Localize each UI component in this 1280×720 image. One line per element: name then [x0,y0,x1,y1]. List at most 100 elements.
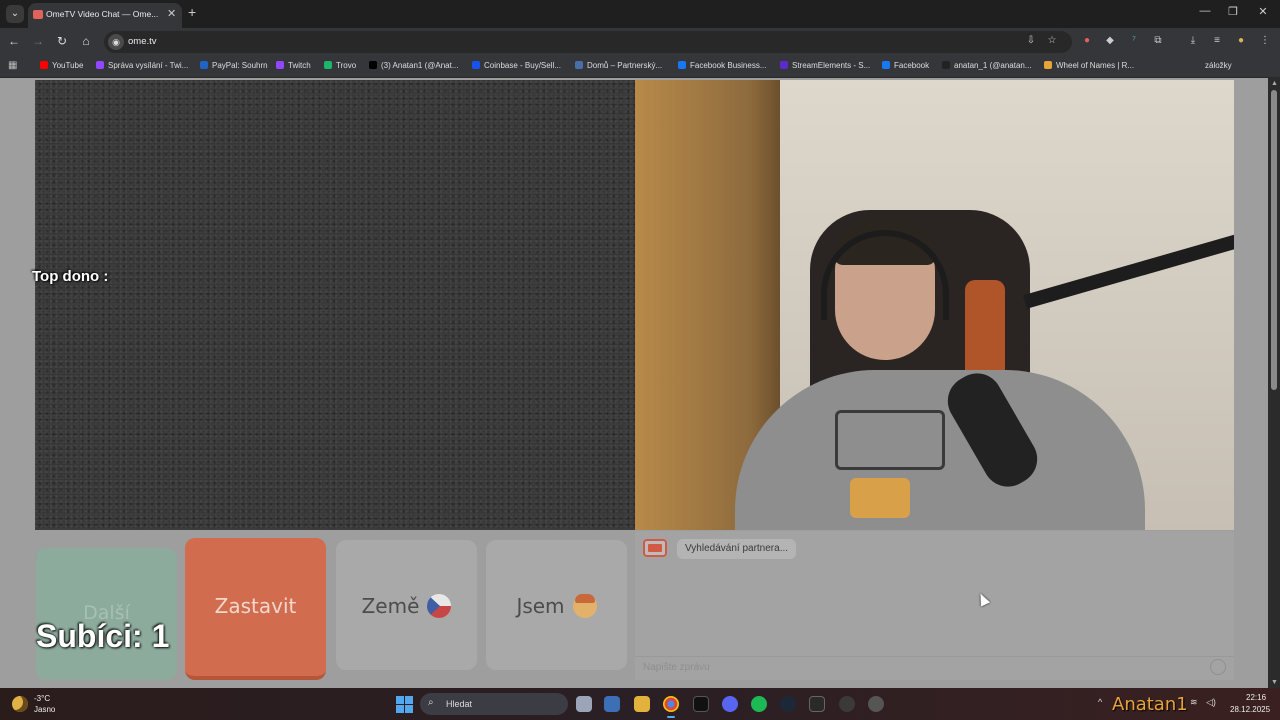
store-icon[interactable] [604,696,620,712]
task-view-icon[interactable] [576,696,592,712]
address-bar[interactable]: ◉ ome.tv [104,31,1072,53]
bookmark-item[interactable]: Správa vysílání - Twi... [96,61,188,75]
bookmark-item[interactable]: Twitch [276,61,311,75]
streamelements-icon [780,61,788,69]
country-button[interactable]: Země [336,540,477,670]
czech-flag-icon [427,594,452,618]
facebook-icon [882,61,890,69]
gender-button-label: Jsem [486,594,627,618]
bookmark-item[interactable]: Facebook Business... [678,61,766,75]
bookmark-item[interactable]: YouTube [40,61,83,75]
trovo-icon [324,61,332,69]
bookmark-item[interactable]: Wheel of Names | R... [1044,61,1134,75]
page-scrollbar[interactable]: ▲ ▼ [1268,78,1280,688]
back-icon[interactable]: ← [6,34,22,48]
browser-menu-icon[interactable]: ⋮ [1258,35,1272,46]
bookmark-item[interactable]: (3) Anatan1 (@Anat... [369,61,459,75]
terminal-icon[interactable] [693,696,709,712]
discord-icon[interactable] [722,696,738,712]
minimize-icon[interactable]: — [1196,5,1214,17]
bookmark-item[interactable]: Facebook [882,61,929,75]
restore-icon[interactable]: ❐ [1224,5,1242,18]
chat-panel: Vyhledávání partnera... Napište zprávu [635,531,1234,680]
home-icon[interactable]: ⌂ [78,34,94,48]
chat-message-input[interactable]: Napište zprávu [643,662,710,673]
chat-divider [635,656,1234,657]
extensions-puzzle-icon[interactable]: ⧉ [1151,35,1165,46]
gender-button[interactable]: Jsem [486,540,627,670]
forward-icon[interactable]: → [30,34,46,48]
ometv-logo-icon [643,539,667,557]
subscriber-count-overlay: Subíci: 1 [36,618,170,654]
other-bookmarks[interactable]: záložky [1205,61,1232,70]
tab-search-icon[interactable]: ⌄ [6,5,24,23]
wifi-icon[interactable]: ≋ [1190,697,1198,708]
search-icon: ⌕ [428,697,434,708]
close-tab-icon[interactable]: ✕ [167,7,176,20]
x-icon [369,61,377,69]
windows-taskbar: -3°C Jasno ⌕ Hledat ^ ≋ ◁) 22:16 28.12.2… [0,688,1280,720]
site-info-icon[interactable]: ◉ [108,34,124,50]
profile-avatar-icon[interactable]: ● [1234,35,1248,46]
extension-icon[interactable]: ⁷ [1127,35,1141,46]
app-icon[interactable] [839,696,855,712]
tray-overflow-icon[interactable]: ^ [1098,697,1102,707]
next-button[interactable]: Další [36,548,177,680]
taskbar-search-placeholder: Hledat [446,699,473,709]
bookmark-item[interactable]: anatan_1 (@anatan... [942,61,1032,75]
twitch-icon [96,61,104,69]
weather-moon-icon[interactable] [12,696,28,712]
obs-icon[interactable] [868,696,884,712]
weather-description: Jasno [34,705,56,714]
bookmark-label: (3) Anatan1 (@Anat... [381,61,459,70]
paypal-icon [200,61,208,69]
partner-icon [575,61,583,69]
top-donor-overlay: Top dono : [32,268,109,285]
scroll-thumb[interactable] [1271,90,1277,390]
weather-temperature: -3°C [34,694,51,703]
extension-icon[interactable]: ◆ [1103,35,1117,46]
active-tab[interactable]: OmeTV Video Chat — Ome... ✕ [28,3,182,28]
gender-label-text: Jsem [516,594,565,618]
scroll-up-icon[interactable]: ▲ [1271,80,1278,87]
reload-icon[interactable]: ↻ [54,34,70,48]
wheel-icon [1044,61,1052,69]
volume-icon[interactable]: ◁) [1206,697,1216,708]
bookmark-label: Wheel of Names | R... [1056,61,1135,70]
bookmark-item[interactable]: PayPal: Souhrn [200,61,268,75]
bookmark-item[interactable]: Coinbase - Buy/Sell... [472,61,561,75]
extension-icon[interactable]: ● [1080,35,1094,46]
clock-time[interactable]: 22:16 [1246,693,1266,702]
scroll-down-icon[interactable]: ▼ [1271,679,1278,686]
clock-date[interactable]: 28.12.2025 [1230,705,1270,714]
bookmark-item[interactable]: Domů – Partnerský... [575,61,662,75]
start-windows-icon[interactable] [396,696,413,713]
install-app-icon[interactable]: ⇩ [1024,35,1038,46]
url-text: ome.tv [128,36,157,47]
taskbar-search[interactable]: ⌕ Hledat [420,693,568,715]
youtube-icon [40,61,48,69]
file-explorer-icon[interactable] [634,696,650,712]
apps-grid-icon[interactable]: ▦ [8,60,17,71]
chrome-icon[interactable] [663,696,679,718]
new-tab-icon[interactable]: + [188,4,196,20]
spotify-icon[interactable] [751,696,767,712]
country-button-label: Země [336,594,477,618]
stop-button[interactable]: Zastavit [185,538,326,680]
tab-title: OmeTV Video Chat — Ome... [46,9,158,19]
reading-list-icon[interactable]: ≡ [1210,35,1224,46]
bookmark-item[interactable]: Trovo [324,61,356,75]
shirt-logo [835,410,945,470]
close-window-icon[interactable]: ✕ [1254,5,1272,18]
steam-icon[interactable] [780,696,796,712]
bookmark-star-icon[interactable]: ☆ [1045,35,1059,46]
browser-toolbar: ← → ↻ ⌂ ◉ ome.tv ⇩ ☆ ● ◆ ⁷ ⧉ ⤓ ≡ ● ⋮ [0,28,1280,56]
self-camera-video [635,80,1234,530]
emoji-icon[interactable] [1210,659,1226,675]
epic-games-icon[interactable] [809,696,825,712]
bookmark-item[interactable]: StreamElements - S... [780,61,870,75]
bookmark-label: Facebook Business... [690,61,767,70]
downloads-icon[interactable]: ⤓ [1186,35,1200,46]
chat-status-message: Vyhledávání partnera... [677,539,797,559]
screen: ⌄ OmeTV Video Chat — Ome... ✕ + — ❐ ✕ ← … [0,0,1280,720]
